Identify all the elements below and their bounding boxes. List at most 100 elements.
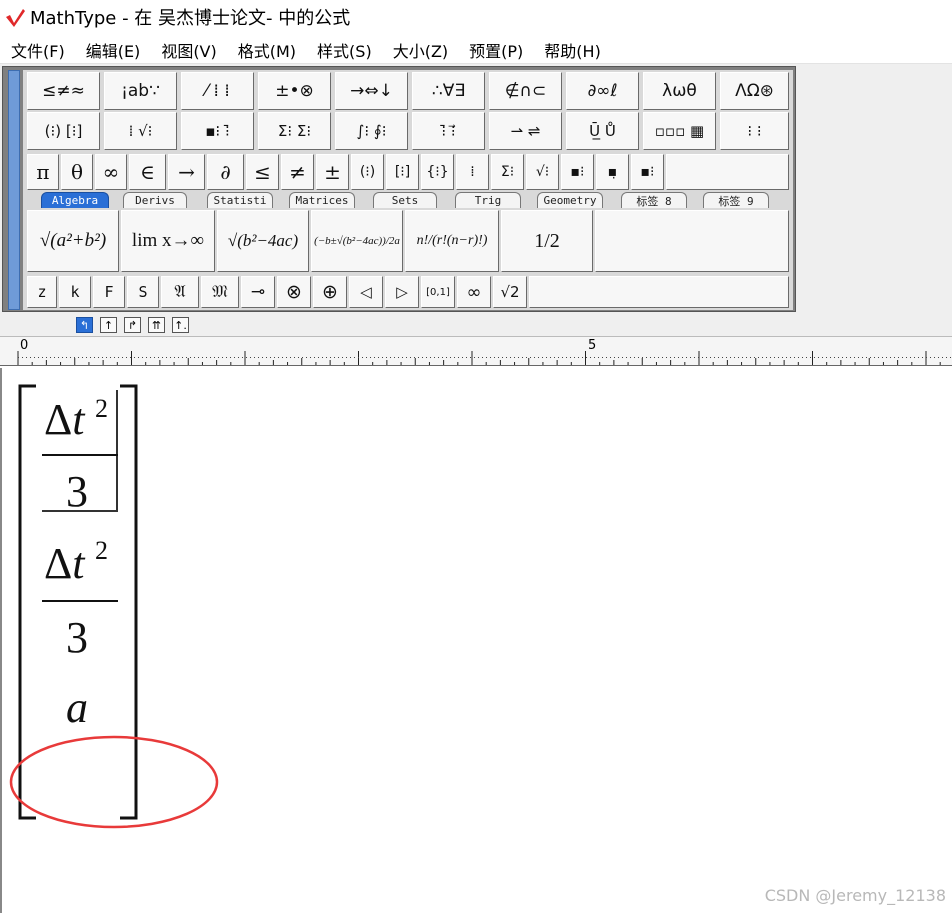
align-decimal-button[interactable]: ↑. [172, 317, 189, 333]
entry3-variable: a [66, 683, 88, 732]
palette-summations[interactable]: Σ⁝ Σ⁝ [258, 112, 331, 150]
palette-operators[interactable]: ±•⊗ [258, 72, 331, 110]
palette-misc-symbols[interactable]: ∂∞ℓ [566, 72, 639, 110]
template-braces-button[interactable]: {⁝} [421, 154, 454, 190]
tab-label-9[interactable]: 标签 9 [703, 192, 769, 208]
symbol-right-arrow-button[interactable]: → [168, 154, 205, 190]
empty-slot-row3 [666, 154, 789, 190]
symbol-partial-button[interactable]: ∂ [207, 154, 244, 190]
fraktur-m-button[interactable]: 𝔐 [201, 276, 239, 308]
palette-relations[interactable]: ≤≠≈ [27, 72, 100, 110]
palette-fences[interactable]: (⁝) [⁝] [27, 112, 100, 150]
palette-embellishments[interactable]: ⁄ ⁞ ⁞ [181, 72, 254, 110]
palette-subscripts[interactable]: ▪⁝ ⁝̄ [181, 112, 254, 150]
template-binomial-button[interactable]: n!/(r!(n−r)!) [405, 210, 499, 272]
entry2-denominator: 3 [66, 613, 88, 662]
palette-bars-arrows[interactable]: ⁝̄ ⁝⃗ [412, 112, 485, 150]
tab-geometry[interactable]: Geometry [537, 192, 603, 208]
palette-greek-lower[interactable]: λωθ [643, 72, 716, 110]
ruler-ticks [17, 351, 951, 365]
align-left-button[interactable]: ↰ [76, 317, 93, 333]
sqrt-two-button[interactable]: √2 [493, 276, 527, 308]
interval-button[interactable]: [0,1] [421, 276, 455, 308]
symbol-element-of-button[interactable]: ∈ [129, 154, 166, 190]
align-equals-button[interactable]: ⇈ [148, 317, 165, 333]
annotation-ellipse [9, 735, 219, 829]
symbol-theta-button[interactable]: θ [61, 154, 93, 190]
tab-sets[interactable]: Sets [373, 192, 437, 208]
align-right-button[interactable]: ↱ [124, 317, 141, 333]
menu-edit[interactable]: 编辑(E) [75, 38, 151, 62]
template-subsup-button[interactable]: ▪⁝ [631, 154, 664, 190]
watermark: CSDN @Jeremy_12138 [764, 886, 946, 905]
entry1-denominator: 3 [66, 467, 88, 516]
entry1-numerator: Δt [44, 395, 85, 444]
style-f-button[interactable]: F [93, 276, 125, 308]
template-one-half-button[interactable]: 1/2 [501, 210, 593, 272]
palette-boxes[interactable]: ⁝ ⁝ [720, 112, 789, 150]
palette-spaces-ellipses[interactable]: ¡ab∵ [104, 72, 177, 110]
palette-labeled-arrows[interactable]: ⇀ ⇌ [489, 112, 562, 150]
menu-preferences[interactable]: 预置(P) [458, 38, 533, 62]
menu-format[interactable]: 格式(M) [227, 38, 306, 62]
alignment-toolbar: ↰ ↑ ↱ ⇈ ↑. [0, 314, 952, 336]
palette-integrals[interactable]: ∫⁝ ∮⁝ [335, 112, 408, 150]
template-parentheses-button[interactable]: (⁝) [351, 154, 384, 190]
menu-view[interactable]: 视图(V) [150, 38, 226, 62]
fraktur-a-button[interactable]: 𝔄 [161, 276, 199, 308]
mathtype-logo-icon [6, 9, 25, 27]
template-quadratic-formula-button[interactable]: (−b±√(b²−4ac))/2a [311, 210, 403, 272]
multimap-button[interactable]: ⊸ [241, 276, 275, 308]
template-discriminant-button[interactable]: √(b²−4ac) [217, 210, 309, 272]
palette-arrows[interactable]: →⇔↓ [335, 72, 408, 110]
entry2-fraction-bar [42, 600, 118, 602]
template-fraction-button[interactable]: ⁞ [456, 154, 489, 190]
tab-algebra[interactable]: Algebra [41, 192, 109, 208]
palette-products-sets[interactable]: Ū̲ Ů [566, 112, 639, 150]
template-superscript-button[interactable]: ▪⁝ [561, 154, 594, 190]
palette-logic[interactable]: ∴∀∃ [412, 72, 485, 110]
template-radical-button[interactable]: √⁝ [526, 154, 559, 190]
right-triangle-button[interactable]: ▷ [385, 276, 419, 308]
symbol-infinity-button[interactable]: ∞ [95, 154, 127, 190]
style-k-button[interactable]: k [59, 276, 91, 308]
tab-trig[interactable]: Trig [455, 192, 521, 208]
toolbar-grip-handle[interactable] [8, 70, 20, 310]
palette-fractions-radicals[interactable]: ⁞ √⁝ [104, 112, 177, 150]
infinity-button[interactable]: ∞ [457, 276, 491, 308]
left-triangle-button[interactable]: ◁ [349, 276, 383, 308]
menu-style[interactable]: 样式(S) [306, 38, 382, 62]
symbol-pi-button[interactable]: π [27, 154, 59, 190]
palette-greek-upper[interactable]: ΛΩ⊛ [720, 72, 789, 110]
palette-set-theory[interactable]: ∉∩⊂ [489, 72, 562, 110]
ruler[interactable]: 0 5 [0, 336, 952, 366]
symbol-leq-button[interactable]: ≤ [246, 154, 279, 190]
template-limit-button[interactable]: lim x→∞ [121, 210, 215, 272]
symbol-neq-button[interactable]: ≠ [281, 154, 314, 190]
tab-matrices[interactable]: Matrices [289, 192, 355, 208]
tab-derivs[interactable]: Derivs [123, 192, 187, 208]
menu-help[interactable]: 帮助(H) [533, 38, 611, 62]
template-sum-button[interactable]: Σ⁝ [491, 154, 524, 190]
symbol-plus-minus-button[interactable]: ± [316, 154, 349, 190]
circled-plus-button[interactable]: ⊕ [313, 276, 347, 308]
tab-statistics[interactable]: Statisti [207, 192, 273, 208]
empty-slot-row5 [529, 276, 789, 308]
tab-label-8[interactable]: 标签 8 [621, 192, 687, 208]
equation-editor[interactable]: Δt 2 3 Δt 2 3 a CSDN @Jeremy_12138 [0, 368, 952, 913]
toolbar-area: ≤≠≈ ¡ab∵ ⁄ ⁞ ⁞ ±•⊗ →⇔↓ ∴∀∃ ∉∩⊂ ∂∞ℓ λωθ Λ… [0, 64, 952, 314]
menu-size[interactable]: 大小(Z) [382, 38, 458, 62]
menu-file[interactable]: 文件(F) [0, 38, 75, 62]
style-z-button[interactable]: z [27, 276, 57, 308]
align-center-button[interactable]: ↑ [100, 317, 117, 333]
palette-matrices[interactable]: ▫▫▫ ▦ [643, 112, 716, 150]
palette-panel: ≤≠≈ ¡ab∵ ⁄ ⁞ ⁞ ±•⊗ →⇔↓ ∴∀∃ ∉∩⊂ ∂∞ℓ λωθ Λ… [23, 70, 793, 310]
template-brackets-button[interactable]: [⁝] [386, 154, 419, 190]
style-s-button[interactable]: S [127, 276, 159, 308]
template-subscript-button[interactable]: ▪̣ [596, 154, 629, 190]
circled-times-button[interactable]: ⊗ [277, 276, 311, 308]
template-pythagoras-button[interactable]: √(a²+b²) [27, 210, 119, 272]
ruler-label-five: 5 [588, 338, 597, 353]
title-bar: MathType - 在 吴杰博士论文- 中的公式 [0, 0, 952, 34]
entry2-exponent: 2 [95, 536, 108, 565]
